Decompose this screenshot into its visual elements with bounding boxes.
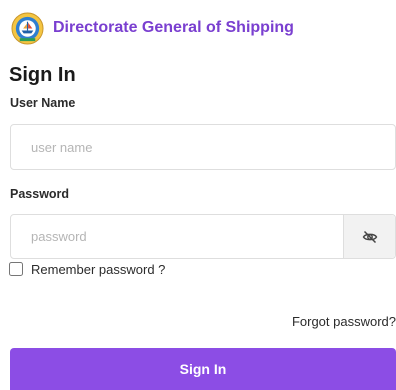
forgot-password-link[interactable]: Forgot password?: [292, 314, 396, 329]
sign-in-button[interactable]: Sign In: [10, 348, 396, 390]
remember-label: Remember password ?: [31, 261, 166, 277]
username-field: [10, 124, 396, 170]
username-input[interactable]: [11, 125, 395, 169]
password-visibility-toggle[interactable]: [343, 215, 395, 258]
emblem-icon: [11, 11, 44, 45]
password-label: Password: [10, 187, 70, 201]
login-page: Directorate General of Shipping Sign In …: [0, 0, 396, 390]
remember-checkbox[interactable]: [9, 262, 23, 276]
page-title: Sign In: [9, 64, 76, 86]
remember-password[interactable]: Remember password ?: [9, 261, 165, 277]
password-input[interactable]: [11, 215, 343, 258]
username-label: User Name: [10, 96, 76, 110]
password-field: [10, 214, 396, 259]
eye-slash-icon: [362, 230, 377, 243]
brand-title: Directorate General of Shipping: [53, 19, 294, 36]
brand-header: Directorate General of Shipping: [11, 11, 294, 45]
